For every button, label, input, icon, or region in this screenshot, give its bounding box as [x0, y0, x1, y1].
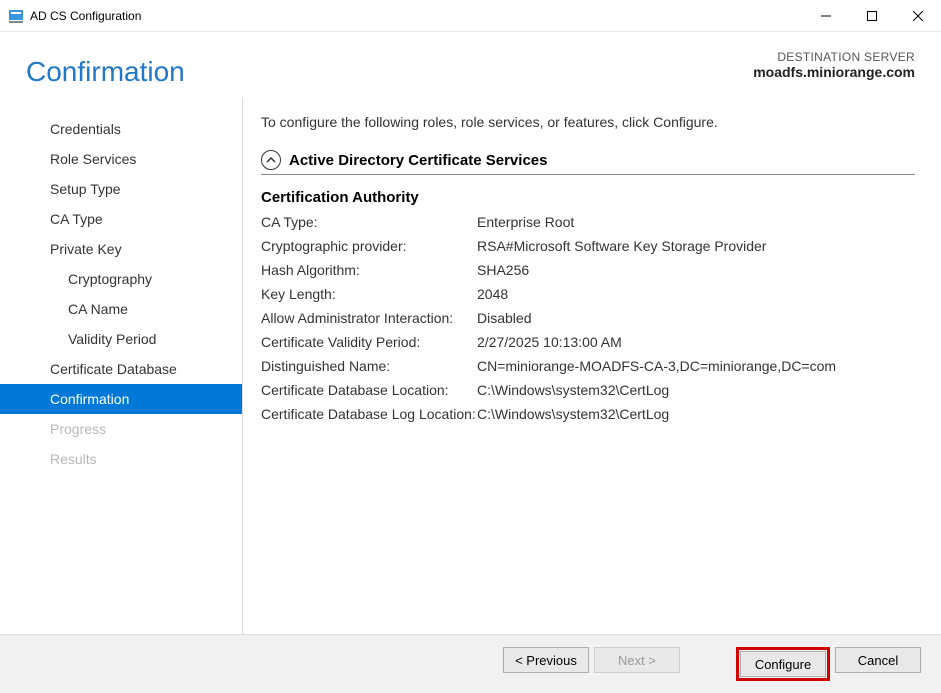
property-label: Hash Algorithm: [261, 262, 477, 278]
property-row: CA Type:Enterprise Root [261, 214, 915, 230]
property-value: Enterprise Root [477, 214, 915, 230]
window-controls [803, 0, 941, 32]
property-label: Cryptographic provider: [261, 238, 477, 254]
sidebar-item-ca-type[interactable]: CA Type [0, 204, 242, 234]
sidebar-item-cryptography[interactable]: Cryptography [0, 264, 242, 294]
minimize-button[interactable] [803, 0, 849, 32]
titlebar: AD CS Configuration [0, 0, 941, 32]
sidebar-item-validity-period[interactable]: Validity Period [0, 324, 242, 354]
property-label: Distinguished Name: [261, 358, 477, 374]
section-header[interactable]: Active Directory Certificate Services [261, 150, 915, 175]
sidebar-item-certificate-database[interactable]: Certificate Database [0, 354, 242, 384]
sidebar: CredentialsRole ServicesSetup TypeCA Typ… [0, 98, 243, 634]
window-title: AD CS Configuration [30, 9, 803, 23]
property-row: Certificate Validity Period:2/27/2025 10… [261, 334, 915, 350]
property-row: Allow Administrator Interaction:Disabled [261, 310, 915, 326]
property-value: C:\Windows\system32\CertLog [477, 406, 915, 422]
previous-button[interactable]: < Previous [503, 647, 589, 673]
section-title: Active Directory Certificate Services [289, 152, 547, 169]
property-value: Disabled [477, 310, 915, 326]
chevron-up-icon [261, 150, 281, 170]
footer: < Previous Next > Configure Cancel [0, 634, 941, 693]
sidebar-item-results: Results [0, 444, 242, 474]
subsection-title: Certification Authority [261, 189, 915, 206]
property-value: 2/27/2025 10:13:00 AM [477, 334, 915, 350]
body: CredentialsRole ServicesSetup TypeCA Typ… [0, 98, 941, 634]
property-label: CA Type: [261, 214, 477, 230]
maximize-button[interactable] [849, 0, 895, 32]
property-value: C:\Windows\system32\CertLog [477, 382, 915, 398]
close-button[interactable] [895, 0, 941, 32]
cancel-button[interactable]: Cancel [835, 647, 921, 673]
configure-button[interactable]: Configure [740, 651, 826, 677]
property-value: 2048 [477, 286, 915, 302]
property-label: Certificate Database Location: [261, 382, 477, 398]
next-button[interactable]: Next > [594, 647, 680, 673]
property-value: RSA#Microsoft Software Key Storage Provi… [477, 238, 915, 254]
sidebar-item-private-key[interactable]: Private Key [0, 234, 242, 264]
property-row: Certificate Database Log Location:C:\Win… [261, 406, 915, 422]
sidebar-item-role-services[interactable]: Role Services [0, 144, 242, 174]
sidebar-item-progress: Progress [0, 414, 242, 444]
property-label: Certificate Database Log Location: [261, 406, 477, 422]
property-row: Certificate Database Location:C:\Windows… [261, 382, 915, 398]
property-row: Hash Algorithm:SHA256 [261, 262, 915, 278]
properties-list: CA Type:Enterprise RootCryptographic pro… [261, 214, 915, 422]
configure-highlight: Configure [736, 647, 830, 681]
property-row: Distinguished Name:CN=miniorange-MOADFS-… [261, 358, 915, 374]
header: Confirmation DESTINATION SERVER moadfs.m… [0, 32, 941, 98]
destination-server: DESTINATION SERVER moadfs.miniorange.com [753, 50, 915, 80]
sidebar-item-confirmation[interactable]: Confirmation [0, 384, 242, 414]
sidebar-item-ca-name[interactable]: CA Name [0, 294, 242, 324]
sidebar-item-credentials[interactable]: Credentials [0, 114, 242, 144]
destination-label: DESTINATION SERVER [753, 50, 915, 64]
property-value: SHA256 [477, 262, 915, 278]
page-title: Confirmation [26, 56, 753, 88]
property-label: Certificate Validity Period: [261, 334, 477, 350]
property-label: Allow Administrator Interaction: [261, 310, 477, 326]
sidebar-item-setup-type[interactable]: Setup Type [0, 174, 242, 204]
property-label: Key Length: [261, 286, 477, 302]
property-row: Key Length:2048 [261, 286, 915, 302]
content: To configure the following roles, role s… [243, 98, 941, 634]
app-icon [8, 8, 24, 24]
property-value: CN=miniorange-MOADFS-CA-3,DC=miniorange,… [477, 358, 915, 374]
destination-value: moadfs.miniorange.com [753, 64, 915, 80]
intro-text: To configure the following roles, role s… [261, 114, 915, 130]
property-row: Cryptographic provider:RSA#Microsoft Sof… [261, 238, 915, 254]
